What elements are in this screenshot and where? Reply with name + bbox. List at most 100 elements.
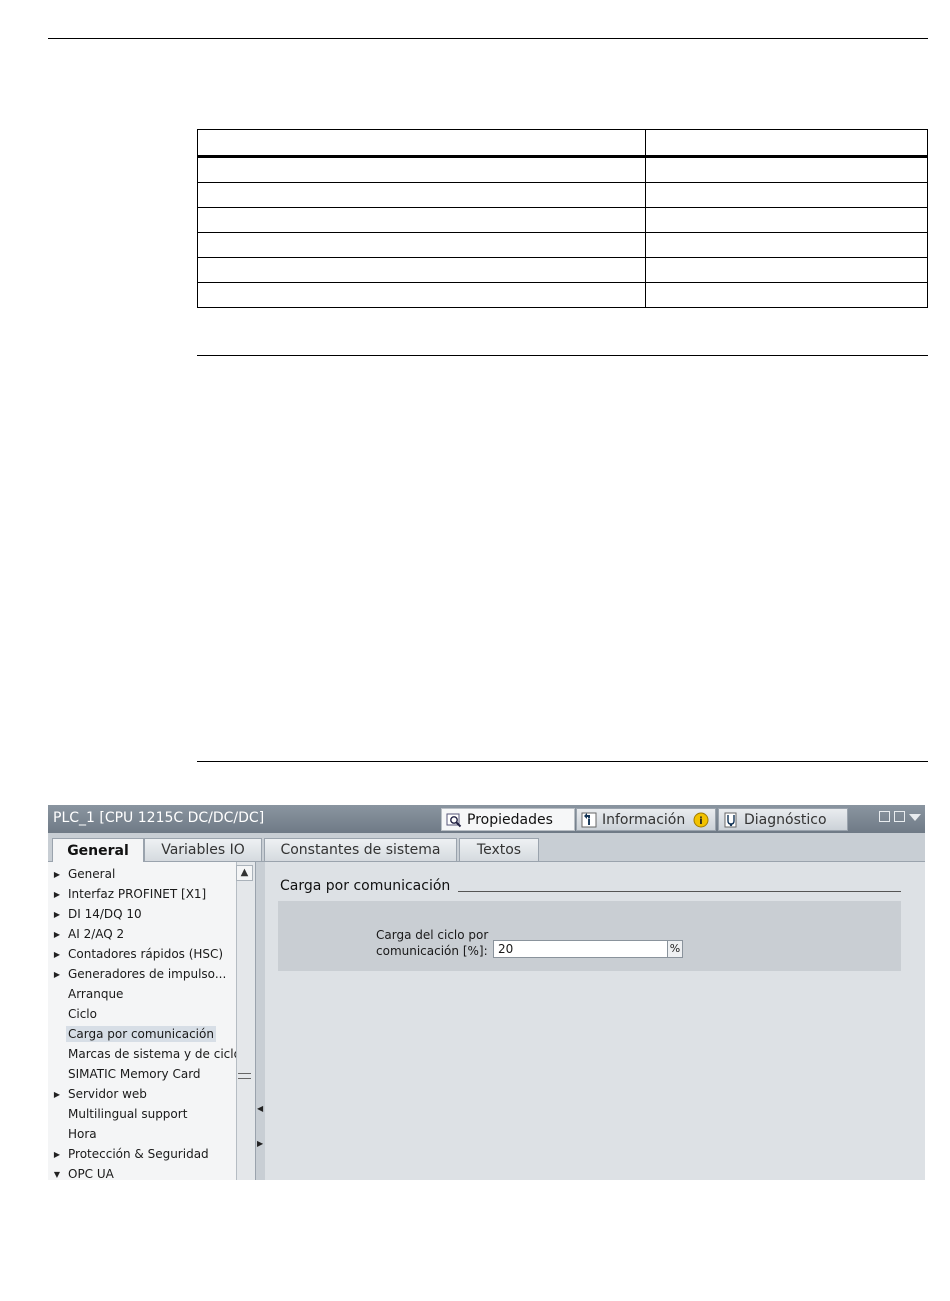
sidebar-item-label: General (68, 867, 116, 881)
sidebar-item[interactable]: ▶ General (48, 864, 117, 884)
table-row (197, 207, 928, 233)
expand-arrow-icon[interactable]: ▶ (48, 950, 66, 959)
table-row (197, 182, 928, 208)
nav-scrollbar[interactable] (236, 862, 256, 1180)
expand-arrow-icon[interactable]: ▶ (48, 970, 66, 979)
expand-arrow-icon[interactable]: ▶ (48, 910, 66, 919)
svg-text:i: i (700, 816, 703, 827)
chevron-down-icon[interactable] (909, 814, 921, 821)
maximize-icon[interactable] (894, 811, 905, 822)
sidebar-item-label: AI 2/AQ 2 (68, 927, 125, 941)
sidebar-item-label: DI 14/DQ 10 (68, 907, 142, 921)
sidebar-item[interactable]: ▶ AI 2/AQ 2 (48, 924, 126, 944)
collapse-left-icon[interactable]: ◀ (257, 1104, 263, 1113)
sidebar-item-label: Generadores de impulso... (68, 967, 227, 981)
info-icon: i (581, 812, 597, 828)
sidebar-item[interactable]: Arranque (48, 984, 125, 1004)
sidebar-item[interactable]: Ciclo (48, 1004, 99, 1024)
tab-diagnostics-label: Diagnóstico (744, 811, 827, 828)
table-cell (197, 257, 646, 283)
settings-group (278, 901, 901, 971)
window-title: PLC_1 [CPU 1215C DC/DC/DC] (53, 810, 265, 826)
sidebar-item[interactable]: ▶ DI 14/DQ 10 (48, 904, 144, 924)
sidebar-item-label: Interfaz PROFINET [X1] (68, 887, 207, 901)
sidebar-item[interactable]: ▶ Interfaz PROFINET [X1] (48, 884, 208, 904)
scroll-up-button[interactable]: ▲ (236, 865, 253, 881)
cycle-load-input[interactable]: 20 (493, 940, 668, 958)
table-row (197, 282, 928, 308)
sidebar-item-label: Carga por comunicación (66, 1026, 216, 1042)
sidebar-item[interactable]: ▶ Servidor web (48, 1084, 149, 1104)
tab-variables-io[interactable]: Variables IO (144, 838, 262, 861)
sidebar-item[interactable]: Hora (48, 1124, 99, 1144)
warning-info-icon: i (693, 812, 709, 828)
table-cell (197, 156, 646, 183)
table-cell (197, 207, 646, 233)
table-row (197, 257, 928, 283)
table-cell (645, 282, 928, 308)
sidebar-item[interactable]: SIMATIC Memory Card (48, 1064, 203, 1084)
tab-properties-label: Propiedades (467, 811, 553, 828)
sidebar-item[interactable]: Carga por comunicación (48, 1024, 216, 1044)
table-cell (197, 129, 646, 158)
expand-arrow-icon[interactable]: ▶ (48, 890, 66, 899)
cycle-load-label: Carga del ciclo por comunicación [%]: (376, 927, 488, 959)
section-title: Carga por comunicación (280, 878, 459, 894)
sidebar-item-label: Hora (68, 1127, 97, 1141)
table-header-row (197, 129, 928, 158)
sidebar-item[interactable]: Multilingual support (48, 1104, 189, 1124)
properties-panel: PLC_1 [CPU 1215C DC/DC/DC] Propiedades i… (48, 805, 925, 1180)
scroll-thumb-grip[interactable] (238, 1073, 251, 1079)
cycle-load-label-line2: comunicación [%]: (376, 944, 488, 958)
table-cell (197, 282, 646, 308)
table-cell (645, 207, 928, 233)
window-controls (879, 811, 921, 822)
section-rule (197, 355, 928, 356)
table-cell (197, 182, 646, 208)
expand-arrow-icon[interactable]: ▶ (48, 870, 66, 879)
empty-table (197, 129, 928, 308)
sidebar-item[interactable]: ▶ Contadores rápidos (HSC) (48, 944, 225, 964)
table-cell (197, 232, 646, 258)
tab-diagnostics[interactable]: Diagnóstico (718, 808, 848, 831)
tab-system-constants[interactable]: Constantes de sistema (264, 838, 457, 861)
sidebar-item-label: Protección & Seguridad (68, 1147, 209, 1161)
section-title-rule (456, 891, 901, 892)
sidebar-item-label: Ciclo (68, 1007, 97, 1021)
table-cell (645, 257, 928, 283)
expand-arrow-icon[interactable]: ▶ (48, 1150, 66, 1159)
tab-information[interactable]: i Información i (576, 808, 716, 831)
table-row (197, 156, 928, 183)
sidebar-item[interactable]: Marcas de sistema y de ciclo (48, 1044, 243, 1064)
properties-icon (446, 812, 462, 828)
expand-right-icon[interactable]: ▶ (257, 1139, 263, 1148)
cycle-load-label-line1: Carga del ciclo por (376, 928, 489, 942)
sidebar-item-label: Servidor web (68, 1087, 147, 1101)
table-cell (645, 129, 928, 158)
section-rule (197, 761, 928, 762)
sidebar-item-label: SIMATIC Memory Card (68, 1067, 201, 1081)
sidebar-item-label: Contadores rápidos (HSC) (68, 947, 224, 961)
restore-icon[interactable] (879, 811, 890, 822)
tab-information-label: Información (602, 811, 686, 828)
tab-texts[interactable]: Textos (459, 838, 539, 861)
expand-arrow-icon[interactable]: ▶ (48, 1090, 66, 1099)
expand-arrow-icon[interactable]: ▶ (48, 930, 66, 939)
table-cell (645, 232, 928, 258)
table-row (197, 232, 928, 258)
table-cell (645, 156, 928, 183)
sidebar-item-label: Arranque (68, 987, 124, 1001)
collapse-arrow-icon[interactable]: ▼ (48, 1170, 66, 1179)
percent-unit: % (667, 940, 683, 958)
sidebar-item-label: Marcas de sistema y de ciclo (68, 1047, 241, 1061)
navigation-tree: ▶ General ▶ Interfaz PROFINET [X1] ▶ DI 14/DQ… (48, 862, 241, 1180)
sidebar-item[interactable]: ▶ Generadores de impulso... (48, 964, 228, 984)
sidebar-item[interactable]: ▼ OPC UA (48, 1164, 116, 1180)
table-cell (645, 182, 928, 208)
tab-general[interactable]: General (52, 838, 144, 862)
sidebar-item[interactable]: ▶ Protección & Seguridad (48, 1144, 211, 1164)
tab-properties[interactable]: Propiedades (441, 808, 575, 831)
page-header-rule (48, 38, 928, 39)
diagnostics-icon (723, 812, 739, 828)
sidebar-item-label: OPC UA (68, 1167, 114, 1180)
